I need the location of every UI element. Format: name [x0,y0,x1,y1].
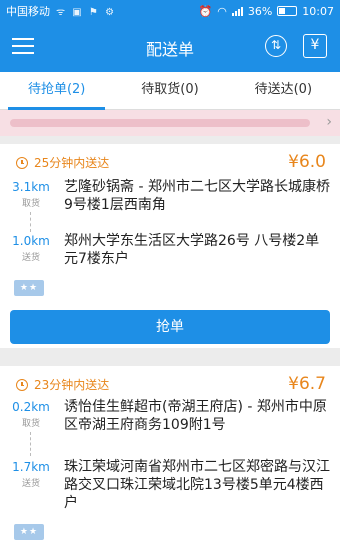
signal-icon [231,6,243,16]
sort-icon[interactable]: ⇅ [265,35,287,57]
page-title: 配送单 [145,40,194,59]
tab-waiting-delivery[interactable]: 待送达(0) [227,72,340,109]
dropoff-label: 送货 [21,253,40,263]
notice-banner[interactable]: › [0,110,340,136]
route-connector [30,212,31,232]
tab-bar: 待抢单(2) 待取货(0) 待送达(0) [0,72,340,110]
order-price: ¥6.7 [288,374,326,394]
notification-icons: ᯤ ▣ ⚑ ⚙ [56,7,117,18]
order-card: 25分钟内送达 ¥6.0 3.1km 取货 艺隆砂锅斋 - 郑州市二七区大学路长… [0,144,340,348]
carrier-name: 中国移动 [6,5,50,18]
rating-badge: ★★ [14,524,44,540]
dropoff-address: 珠江荣域河南省郑州市二七区郑密路与汉江路交叉口珠江荣域北院13号楼5单元4楼西户 [64,459,330,511]
clock-time: 10:07 [302,4,334,18]
pickup-distance-value: 3.1km [12,180,50,194]
income-icon[interactable]: ¥ [303,34,327,58]
alarm-icon: ⏰ [198,4,213,18]
delivery-time: 23分钟内送达 [16,376,109,393]
pickup-label: 取货 [21,419,40,429]
pickup-address: 诱怡佳生鲜超市(帝湖王府店) - 郑州市中原区帝湖王府商务109附1号 [64,399,327,433]
order-price: ¥6.0 [288,152,326,172]
chevron-right-icon: › [326,114,332,130]
dropoff-distance-value: 1.0km [12,234,50,248]
clock-icon [16,156,28,169]
dropoff-distance: 1.7km 送货 [6,460,56,489]
pickup-distance: 0.2km 取货 [6,400,56,429]
dropoff-distance-value: 1.7km [12,460,50,474]
wifi-icon: ◠ [217,4,227,18]
grab-order-button[interactable]: 抢单 [10,310,330,344]
pickup-address: 艺隆砂锅斋 - 郑州市二七区大学路长城康桥9号楼1层西南角 [64,179,330,213]
notice-text-blurred [10,119,310,127]
delivery-time: 25分钟内送达 [16,154,109,171]
order-card: 23分钟内送达 ¥6.7 0.2km 取货 诱怡佳生鲜超市(帝湖王府店) - 郑… [0,366,340,548]
pickup-distance: 3.1km 取货 [6,180,56,209]
pickup-label: 取货 [21,199,40,209]
delivery-time-label: 25分钟内送达 [34,156,110,170]
tab-waiting-pickup[interactable]: 待取货(0) [113,72,226,109]
delivery-time-label: 23分钟内送达 [34,378,110,392]
battery-icon [277,6,298,16]
route-connector [30,432,31,456]
status-bar: 中国移动 ᯤ ▣ ⚑ ⚙ ⏰ ◠ 36% 10:07 [0,0,340,22]
rating-badge: ★★ [14,280,44,296]
pickup-distance-value: 0.2km [12,400,50,414]
tab-waiting-grab[interactable]: 待抢单(2) [0,72,113,110]
dropoff-address: 郑州大学东生活区大学路26号 八号楼2单元7楼东户 [64,233,320,267]
app-bar: 配送单 ⇅ ¥ [0,22,340,72]
clock-icon [16,378,28,391]
dropoff-distance: 1.0km 送货 [6,234,56,263]
dropoff-label: 送货 [21,479,40,489]
battery-percent: 36% [247,4,273,18]
